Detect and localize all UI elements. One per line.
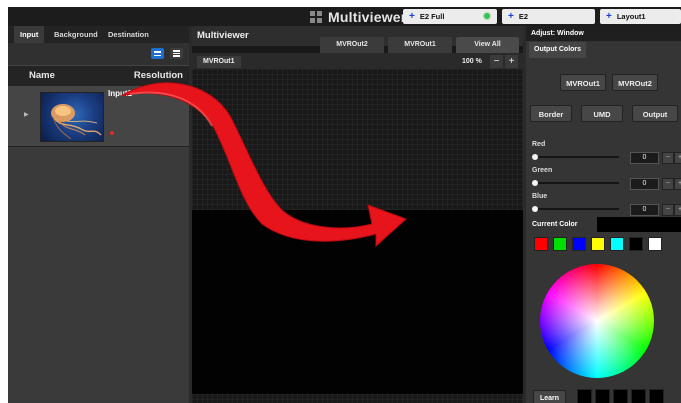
blue-increment-button[interactable]: + xyxy=(674,204,681,216)
current-color-label: Current Color xyxy=(532,221,578,228)
tab-output-colors[interactable]: Output Colors xyxy=(529,42,587,58)
learned-color-slot-4[interactable] xyxy=(631,389,646,403)
swatch-yellow[interactable] xyxy=(591,237,605,251)
zoom-in-button[interactable]: + xyxy=(505,55,518,68)
green-decrement-button[interactable]: − xyxy=(662,178,674,190)
plus-icon: + xyxy=(409,11,415,22)
multiviewer-grid-icon xyxy=(310,10,322,23)
swatch-green[interactable] xyxy=(553,237,567,251)
app-title: Multiviewer xyxy=(328,8,407,25)
mvrout1-button[interactable]: MVROut1 xyxy=(560,74,606,91)
expand-icon[interactable]: ▶ xyxy=(24,111,29,118)
tab-destination[interactable]: Destination xyxy=(102,26,155,43)
zoom-level: 100 % xyxy=(462,58,482,65)
learned-color-slot-3[interactable] xyxy=(613,389,628,403)
output-window[interactable] xyxy=(192,210,523,394)
zoom-out-button[interactable]: − xyxy=(490,55,503,68)
red-label: Red xyxy=(532,141,546,148)
current-color-preview xyxy=(597,217,681,232)
plus-icon: + xyxy=(606,11,612,22)
tab-input[interactable]: Input xyxy=(14,26,45,43)
app-brand: Multiviewer xyxy=(310,7,406,26)
green-label: Green xyxy=(532,167,553,174)
plus-icon: + xyxy=(508,11,514,22)
blue-value-field[interactable]: 0 xyxy=(630,204,659,216)
color-wheel[interactable] xyxy=(540,264,654,378)
red-increment-button[interactable]: + xyxy=(674,152,681,164)
input-thumbnail xyxy=(40,92,104,142)
tab-background[interactable]: Background xyxy=(48,26,104,43)
learned-color-slot-5[interactable] xyxy=(649,389,664,403)
source-name: Input1 xyxy=(108,89,132,98)
name-column-header[interactable]: Name xyxy=(29,70,55,81)
learned-color-slot-1[interactable] xyxy=(577,389,592,403)
green-slider-track[interactable] xyxy=(534,182,619,184)
umd-button[interactable]: UMD xyxy=(581,105,623,122)
resolution-column-header[interactable]: Resolution xyxy=(134,70,183,81)
tab-mvrout2[interactable]: MVROut2 xyxy=(320,37,384,53)
sources-header: Name Resolution xyxy=(8,65,189,87)
swatch-red[interactable] xyxy=(534,237,548,251)
red-slider-track[interactable] xyxy=(534,156,619,158)
multiviewer-app: Multiviewer + E2 Full + E2 + Layout1 Inp… xyxy=(8,7,681,403)
mvrout2-button[interactable]: MVROut2 xyxy=(612,74,658,91)
source-tabs: Input Background Destination xyxy=(8,26,189,43)
top-bar: Multiviewer + E2 Full + E2 + Layout1 xyxy=(8,7,681,26)
canvas-toolbar: MVROut1 100 % − + xyxy=(192,53,523,69)
green-increment-button[interactable]: + xyxy=(674,178,681,190)
blue-slider-track[interactable] xyxy=(534,208,619,210)
tab-label: E2 xyxy=(518,12,529,21)
tab-label: Layout1 xyxy=(616,12,646,21)
adjust-header: Adjust: Window xyxy=(526,26,681,41)
tab-e2[interactable]: + E2 xyxy=(502,9,595,24)
source-row-input1[interactable]: ▶ Input1 xyxy=(8,86,189,147)
output-button[interactable]: Output xyxy=(632,105,678,122)
red-value-field[interactable]: 0 xyxy=(630,152,659,164)
green-slider-handle[interactable] xyxy=(532,180,538,186)
list-view-icon[interactable] xyxy=(170,48,183,59)
output-label[interactable]: MVROut1 xyxy=(197,56,241,68)
status-indicator-icon xyxy=(484,13,490,19)
sources-panel: Input Background Destination Name Resolu… xyxy=(8,26,189,403)
layout-canvas[interactable] xyxy=(192,69,523,403)
jellyfish-image-icon xyxy=(51,104,102,140)
learned-color-slot-2[interactable] xyxy=(595,389,610,403)
red-slider-handle[interactable] xyxy=(532,154,538,160)
swatch-black[interactable] xyxy=(629,237,643,251)
green-value-field[interactable]: 0 xyxy=(630,178,659,190)
tab-view-all[interactable]: View All xyxy=(456,37,519,53)
swatch-cyan[interactable] xyxy=(610,237,624,251)
blue-slider-handle[interactable] xyxy=(532,206,538,212)
view-mode-toolbar xyxy=(8,43,189,65)
swatch-blue[interactable] xyxy=(572,237,586,251)
tab-e2-full[interactable]: + E2 Full xyxy=(403,9,497,24)
tab-label: E2 Full xyxy=(419,12,445,21)
blue-label: Blue xyxy=(532,193,548,200)
panel-title: Multiviewer xyxy=(197,30,249,41)
adjust-panel: Adjust: Window Output Colors MVROut1 MVR… xyxy=(526,26,681,403)
tab-layout1[interactable]: + Layout1 xyxy=(600,9,681,24)
blue-decrement-button[interactable]: − xyxy=(662,204,674,216)
tab-mvrout1[interactable]: MVROut1 xyxy=(388,37,452,53)
multiviewer-canvas-panel: Multiviewer MVROut2 MVROut1 View All MVR… xyxy=(189,26,526,403)
thumbnail-view-icon[interactable] xyxy=(151,48,164,59)
swatch-white[interactable] xyxy=(648,237,662,251)
signal-status-icon xyxy=(110,131,114,135)
learn-button[interactable]: Learn xyxy=(533,390,566,403)
border-button[interactable]: Border xyxy=(530,105,572,122)
red-decrement-button[interactable]: − xyxy=(662,152,674,164)
